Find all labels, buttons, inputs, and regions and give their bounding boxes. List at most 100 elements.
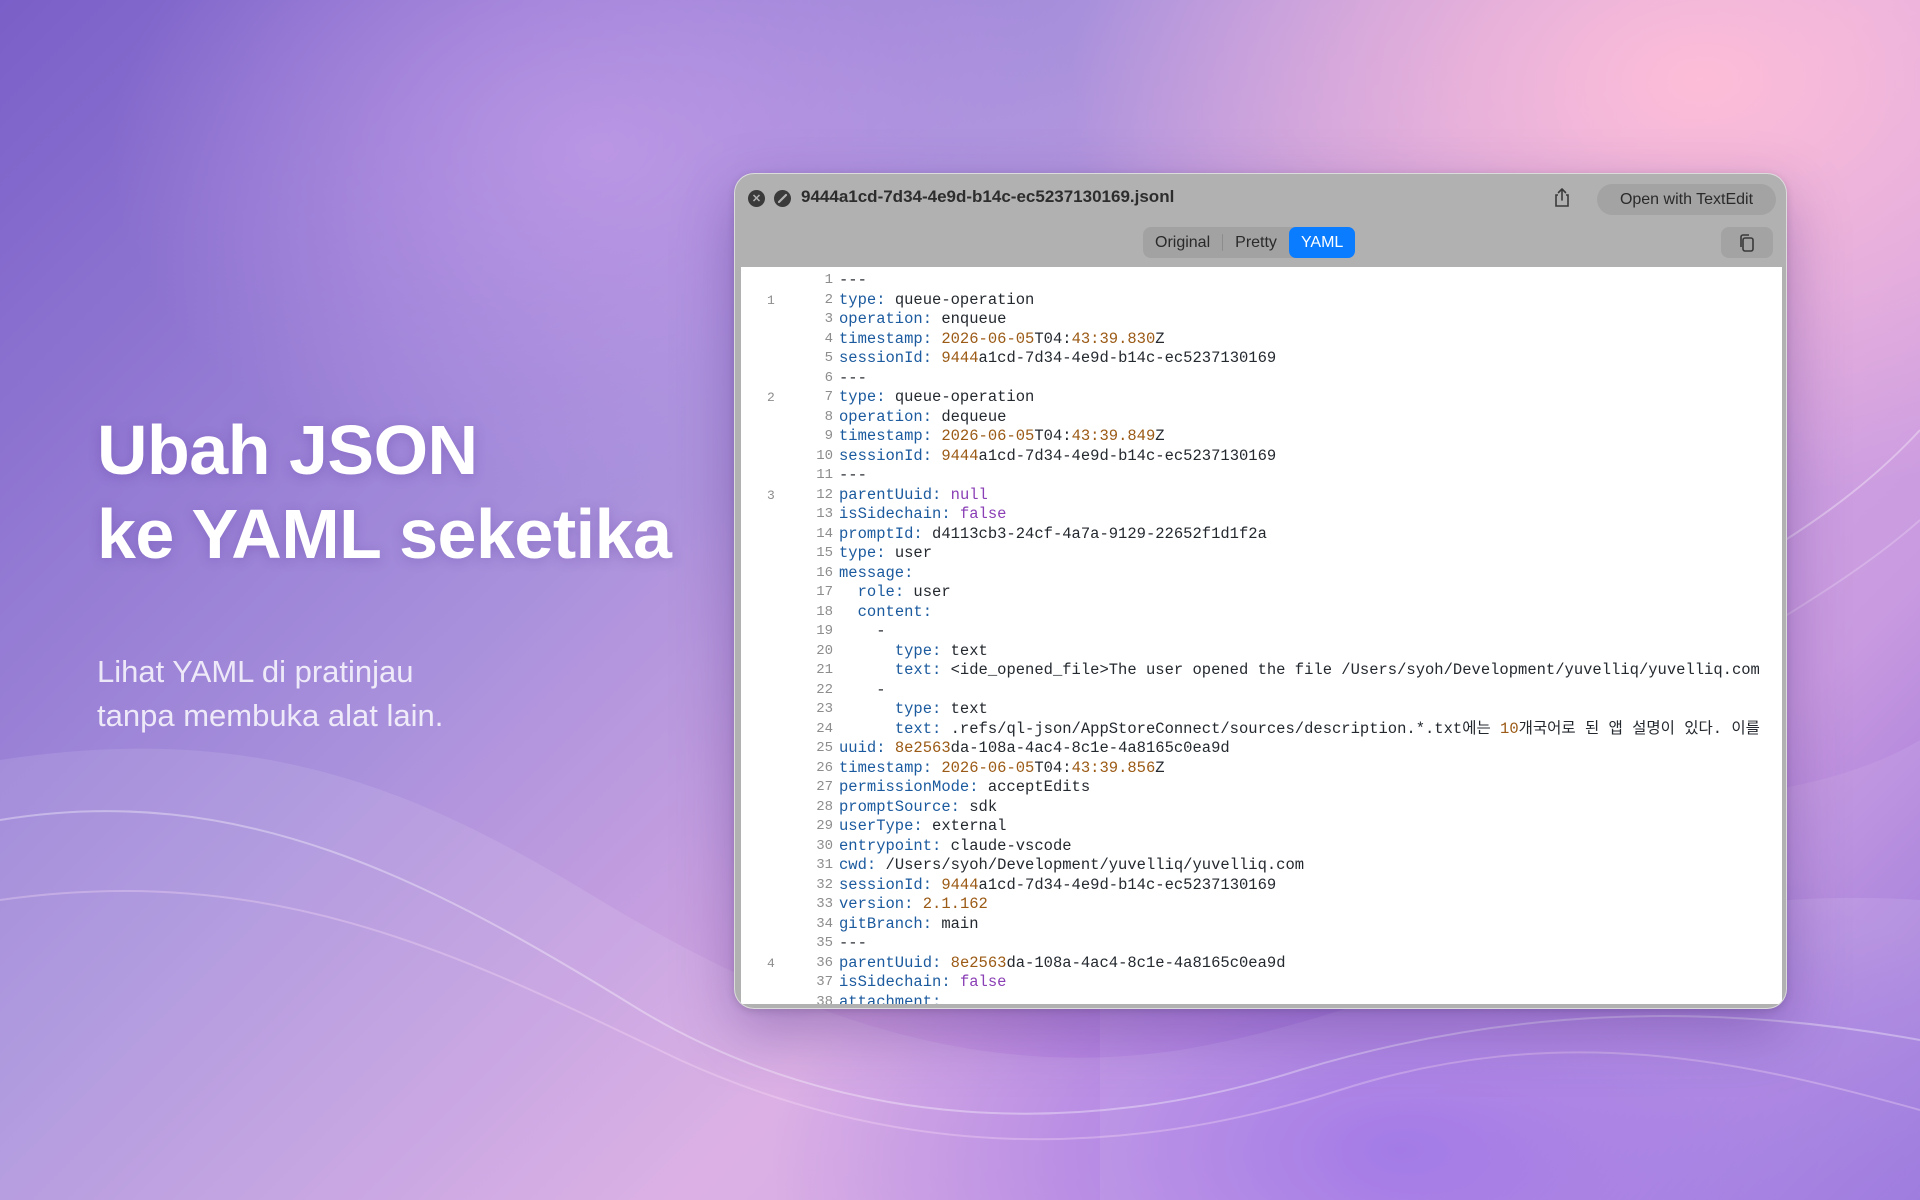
code-text: parentUuid: 8e2563da-108a-4ac4-8c1e-4a81… xyxy=(839,954,1286,974)
yaml-value: claude-vscode xyxy=(941,836,1072,855)
yaml-key: operation: xyxy=(839,407,933,426)
yaml-editor[interactable]: 1 --- 1 2 type: queue-operation 3 operation: e… xyxy=(741,267,1782,1004)
line-number: 5 xyxy=(824,350,833,366)
yaml-value xyxy=(932,447,941,465)
yaml-key: type: xyxy=(894,700,942,718)
copy-icon xyxy=(1740,233,1754,252)
yaml-value xyxy=(941,486,950,504)
line-number: 27 xyxy=(816,779,833,795)
yaml-value: queue-operation xyxy=(885,290,1035,309)
yaml-value: da-108a-4ac4-8c1e-4a8165c0ea9d xyxy=(1006,953,1286,972)
code-line: 34 gitBranch: main xyxy=(741,915,1782,935)
yaml-value: queue-operation xyxy=(885,388,1035,406)
share-icon xyxy=(1555,188,1569,207)
code-text: parentUuid: null xyxy=(839,486,988,506)
yaml-value xyxy=(932,759,941,777)
line-number: 26 xyxy=(816,759,833,776)
yaml-key: type: xyxy=(839,290,886,309)
yaml-value: T04: xyxy=(1034,427,1072,445)
line-number: 21 xyxy=(816,662,833,678)
line-number: 7 xyxy=(824,389,833,405)
yaml-key: text: xyxy=(894,719,942,738)
share-button[interactable] xyxy=(1550,186,1574,210)
line-number: 14 xyxy=(816,525,833,542)
yaml-value: dequeue xyxy=(932,407,1007,426)
code-text: --- xyxy=(839,369,867,389)
yaml-value xyxy=(932,330,941,348)
code-line: 4 36 parentUuid: 8e2563da-108a-4ac4-8c1e-4… xyxy=(741,954,1782,974)
yaml-key: type: xyxy=(839,544,886,562)
code-line: 23 type: text xyxy=(741,700,1782,720)
code-line: 4 timestamp: 2026-06-05T04:43:39.830Z xyxy=(741,330,1782,350)
code-line: 35 --- xyxy=(741,934,1782,954)
close-button[interactable]: ✕ xyxy=(748,190,765,207)
yaml-key: version: xyxy=(839,895,914,913)
yaml-literal: false xyxy=(959,505,1007,523)
hero-title-line1: Ubah JSON xyxy=(97,411,478,489)
yaml-number: 8e2563 xyxy=(894,739,951,757)
line-number: 37 xyxy=(816,974,833,990)
code-text: sessionId: 9444a1cd-7d34-4e9d-b14c-ec523… xyxy=(839,876,1276,896)
code-line: 37 isSidechain: false xyxy=(741,973,1782,993)
code-text: promptSource: sdk xyxy=(839,798,997,818)
line-number: 17 xyxy=(816,584,833,600)
line-number: 15 xyxy=(816,545,833,561)
yaml-value: /Users/syoh/Development/yuvelliq/yuvelli… xyxy=(876,856,1305,874)
code-text: content: xyxy=(839,603,932,623)
code-text: --- xyxy=(839,466,867,486)
code-text: promptId: d4113cb3-24cf-4a7a-9129-22652f… xyxy=(839,525,1267,545)
line-number: 12 xyxy=(816,486,833,503)
tab-yaml[interactable]: YAML xyxy=(1288,227,1356,258)
copy-button[interactable] xyxy=(1721,227,1773,258)
line-number: 33 xyxy=(816,896,833,912)
tab-pretty[interactable]: Pretty xyxy=(1223,227,1289,258)
line-number: 25 xyxy=(816,740,833,756)
line-number: 18 xyxy=(816,603,833,620)
yaml-value xyxy=(932,876,941,894)
code-text: isSidechain: false xyxy=(839,973,1006,993)
code-line: 10 sessionId: 9444a1cd-7d34-4e9d-b14c-ec5… xyxy=(741,447,1782,467)
open-with-textedit-button[interactable]: Open with TextEdit xyxy=(1597,184,1776,215)
yaml-number: 2.1.162 xyxy=(922,895,988,913)
yaml-key: operation: xyxy=(839,310,933,328)
hero-subtitle-line1: Lihat YAML di pratinjau xyxy=(97,654,414,689)
yaml-value xyxy=(839,700,895,718)
line-number: 34 xyxy=(816,915,833,932)
code-line: 30 entrypoint: claude-vscode xyxy=(741,837,1782,857)
hero-subtitle-line2: tanpa membuka alat lain. xyxy=(97,698,444,733)
code-line: 9 timestamp: 2026-06-05T04:43:39.849Z xyxy=(741,427,1782,447)
fullscreen-button[interactable] xyxy=(774,190,791,207)
code-text: entrypoint: claude-vscode xyxy=(839,837,1072,857)
yaml-key: sessionId: xyxy=(839,875,933,894)
code-line: 11 --- xyxy=(741,466,1782,486)
code-text: attachment: xyxy=(839,993,941,1005)
yaml-value: a1cd-7d34-4e9d-b14c-ec5237130169 xyxy=(978,446,1277,465)
code-text: timestamp: 2026-06-05T04:43:39.856Z xyxy=(839,759,1165,779)
yaml-key: entrypoint: xyxy=(839,836,942,855)
yaml-number: 10 xyxy=(1500,719,1519,738)
code-text: type: queue-operation xyxy=(839,291,1034,311)
code-line: 32 sessionId: 9444a1cd-7d34-4e9d-b14c-ec5… xyxy=(741,876,1782,896)
code-text: sessionId: 9444a1cd-7d34-4e9d-b14c-ec523… xyxy=(839,447,1276,467)
yaml-value: text xyxy=(941,641,988,660)
code-line: 27 permissionMode: acceptEdits xyxy=(741,778,1782,798)
yaml-key: sessionId: xyxy=(839,349,933,367)
code-line: 25 uuid: 8e2563da-108a-4ac4-8c1e-4a8165c0… xyxy=(741,739,1782,759)
yaml-value: main xyxy=(932,914,979,933)
line-number: 9 xyxy=(824,428,833,444)
code-text: - xyxy=(839,622,885,642)
record-number: 4 xyxy=(767,955,775,971)
yaml-number: 43:39.830 xyxy=(1071,329,1156,348)
yaml-key: userType: xyxy=(839,817,923,835)
code-line: 31 cwd: /Users/syoh/Development/yuvelliq/… xyxy=(741,856,1782,876)
code-line: 6 --- xyxy=(741,369,1782,389)
yaml-value: <ide_opened_file>The user opened the fil… xyxy=(941,661,1760,679)
yaml-number: 43:39.849 xyxy=(1071,427,1156,445)
line-number: 24 xyxy=(816,720,833,737)
yaml-value: user xyxy=(904,583,951,601)
yaml-value xyxy=(941,954,950,972)
tab-original[interactable]: Original xyxy=(1143,227,1222,258)
hero: Ubah JSON ke YAML seketika Lihat YAML di… xyxy=(97,408,737,738)
code-line: 22 - xyxy=(741,681,1782,701)
expand-icon xyxy=(777,193,788,204)
